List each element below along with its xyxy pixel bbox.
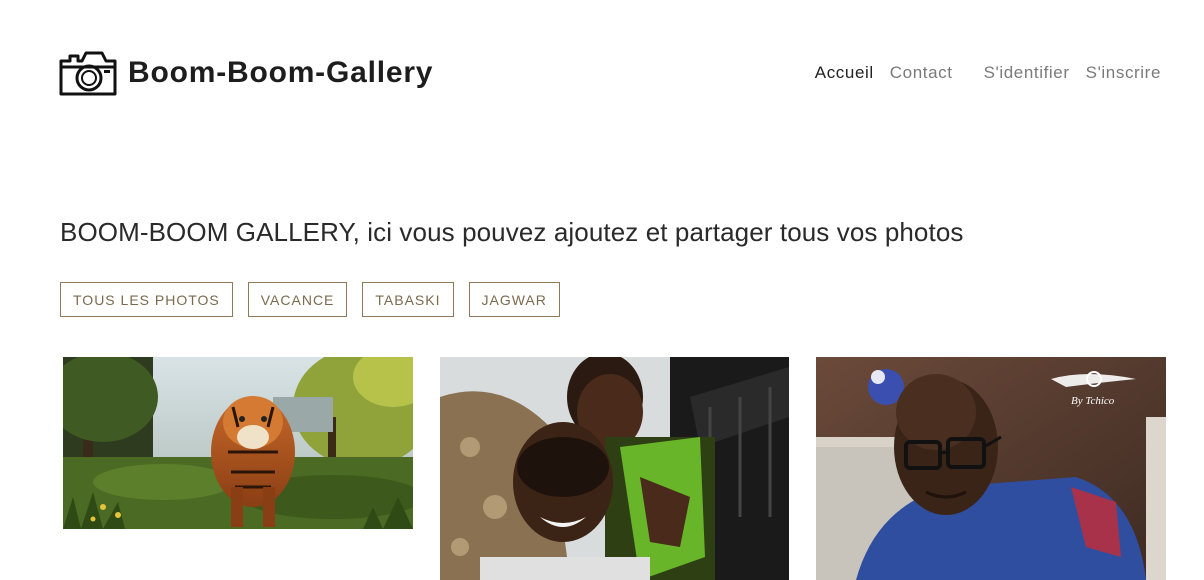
tiger-photo-image — [63, 357, 413, 529]
filter-vacance-button[interactable]: VACANCE — [247, 282, 348, 317]
nav-link-accueil[interactable]: Accueil — [815, 63, 874, 82]
brand-name: Boom-Boom-Gallery — [128, 56, 434, 89]
filter-all-button[interactable]: TOUS LES PHOTOS — [60, 282, 233, 317]
nav-link-contact[interactable]: Contact — [890, 63, 953, 82]
page: Boom-Boom-Gallery Accueil Contact S'ident… — [0, 0, 1204, 580]
gallery-photo-tiger[interactable] — [63, 357, 413, 529]
filter-bar: TOUS LES PHOTOS VACANCE TABASKI JAGWAR — [60, 282, 575, 317]
filter-tabaski-button[interactable]: TABASKI — [362, 282, 454, 317]
nav-auth-links: S'identifier S'inscrire — [984, 63, 1161, 83]
gallery-photo-friends[interactable] — [440, 357, 789, 580]
brand-link[interactable]: Boom-Boom-Gallery — [58, 49, 433, 97]
camera-icon — [59, 51, 117, 96]
friends-photo-image — [440, 357, 789, 580]
gallery-photo-portrait[interactable]: By Tchico — [816, 357, 1166, 580]
filter-jagwar-button[interactable]: JAGWAR — [468, 282, 560, 317]
nav-main-links: Accueil Contact — [815, 63, 969, 83]
photo-watermark: By Tchico — [1071, 395, 1115, 407]
nav-link-signup[interactable]: S'inscrire — [1086, 63, 1161, 82]
nav-link-login[interactable]: S'identifier — [984, 63, 1070, 82]
main-nav: Accueil Contact S'identifier S'inscrire — [815, 63, 1161, 83]
page-headline: BOOM-BOOM GALLERY, ici vous pouvez ajout… — [60, 217, 964, 247]
portrait-photo-image: By Tchico — [816, 357, 1166, 580]
